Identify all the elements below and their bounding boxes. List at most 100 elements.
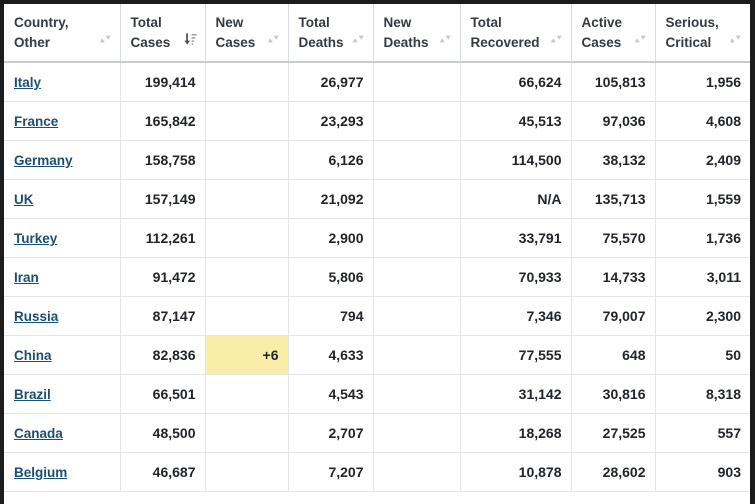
sort-neutral-icon[interactable] (439, 32, 452, 46)
cell-total-cases: 46,687 (120, 452, 206, 492)
cell-active-cases: 75,570 (571, 218, 656, 258)
cell-total-recovered: 114,500 (460, 140, 572, 180)
column-header-new-deaths[interactable]: New Deaths (373, 4, 461, 64)
cell-total-recovered: 66,624 (460, 62, 572, 102)
cell-new-cases (205, 413, 289, 453)
country-link[interactable]: Canada (14, 426, 63, 441)
column-header-active-cases-line2: Cases (581, 34, 622, 50)
column-header-total-deaths[interactable]: Total Deaths (288, 4, 374, 64)
cell-total-deaths: 23,293 (288, 101, 374, 141)
cell-new-deaths (373, 257, 461, 297)
cell-total-cases: 199,414 (120, 62, 206, 102)
column-header-total-recovered-line1: Total (470, 15, 502, 30)
cell-total-recovered: 33,791 (460, 218, 572, 258)
cell-total-cases: 91,472 (120, 257, 206, 297)
sort-amount-desc-icon[interactable] (183, 32, 197, 46)
cell-new-cases (205, 140, 289, 180)
cell-total-deaths: 5,806 (288, 257, 374, 297)
column-header-total-deaths-line2: Deaths (298, 34, 344, 50)
cell-total-deaths: 794 (288, 296, 374, 336)
cell-new-deaths (373, 101, 461, 141)
country-link[interactable]: Germany (14, 153, 73, 168)
table-row: Germany 158,758 6,126 114,500 38,132 2,409 (4, 140, 750, 180)
cell-new-deaths (373, 62, 461, 102)
column-header-active-cases[interactable]: Active Cases (571, 4, 656, 64)
cell-serious-critical: 1,736 (655, 218, 750, 258)
country-link[interactable]: UK (14, 192, 34, 207)
column-header-serious-critical[interactable]: Serious, Critical (655, 4, 750, 64)
cell-new-deaths (373, 335, 461, 375)
country-link[interactable]: Italy (14, 75, 41, 90)
cell-total-recovered: N/A (460, 179, 572, 219)
cell-total-cases: 82,836 (120, 335, 206, 375)
cell-country: France (4, 101, 121, 141)
table-row: Canada 48,500 2,707 18,268 27,525 557 (4, 413, 750, 453)
column-header-total-cases[interactable]: Total Cases (120, 4, 206, 64)
cell-new-deaths (373, 179, 461, 219)
sort-neutral-icon[interactable] (267, 32, 280, 46)
coronavirus-statistics-table: Country, Other Total Cases New Cases Tot… (4, 4, 750, 492)
cell-country: Russia (4, 296, 121, 336)
cell-total-recovered: 77,555 (460, 335, 572, 375)
column-header-total-recovered-line2: Recovered (470, 34, 540, 50)
column-header-total-cases-line1: Total (130, 15, 162, 30)
sort-neutral-icon[interactable] (99, 32, 112, 46)
cell-country: Iran (4, 257, 121, 297)
country-link[interactable]: France (14, 114, 58, 129)
cell-new-deaths (373, 452, 461, 492)
column-header-country[interactable]: Country, Other (4, 4, 121, 64)
cell-new-cases (205, 452, 289, 492)
country-link[interactable]: Brazil (14, 387, 51, 402)
sort-neutral-icon[interactable] (729, 32, 742, 46)
cell-total-cases: 66,501 (120, 374, 206, 414)
cell-serious-critical: 3,011 (655, 257, 750, 297)
sort-neutral-icon[interactable] (352, 32, 365, 46)
cell-total-deaths: 4,543 (288, 374, 374, 414)
cell-new-cases (205, 374, 289, 414)
cell-total-cases: 48,500 (120, 413, 206, 453)
cell-total-deaths: 4,633 (288, 335, 374, 375)
column-header-new-cases-line2: Cases (215, 34, 256, 50)
cell-total-deaths: 21,092 (288, 179, 374, 219)
cell-new-deaths (373, 296, 461, 336)
country-link[interactable]: Russia (14, 309, 58, 324)
cell-country: Belgium (4, 452, 121, 492)
country-link[interactable]: Iran (14, 270, 39, 285)
table-scroll-container[interactable]: Country, Other Total Cases New Cases Tot… (4, 4, 750, 504)
cell-new-cases (205, 296, 289, 336)
cell-active-cases: 30,816 (571, 374, 656, 414)
column-header-new-cases[interactable]: New Cases (205, 4, 289, 64)
cell-serious-critical: 903 (655, 452, 750, 492)
cell-total-cases: 157,149 (120, 179, 206, 219)
cell-active-cases: 27,525 (571, 413, 656, 453)
country-link[interactable]: Turkey (14, 231, 57, 246)
sort-neutral-icon[interactable] (634, 32, 647, 46)
cell-new-cases (205, 218, 289, 258)
cell-total-cases: 87,147 (120, 296, 206, 336)
table-header: Country, Other Total Cases New Cases Tot… (4, 4, 750, 64)
country-link[interactable]: China (14, 348, 52, 363)
cell-total-deaths: 2,707 (288, 413, 374, 453)
table-row: Belgium 46,687 7,207 10,878 28,602 903 (4, 452, 750, 492)
cell-total-recovered: 18,268 (460, 413, 572, 453)
cell-serious-critical: 2,300 (655, 296, 750, 336)
window-frame-right-edge (750, 0, 755, 504)
table-row: Italy 199,414 26,977 66,624 105,813 1,956 (4, 62, 750, 102)
column-header-active-cases-line1: Active (581, 15, 623, 30)
country-link[interactable]: Belgium (14, 465, 67, 480)
cell-country: Italy (4, 62, 121, 102)
column-header-new-cases-line1: New (215, 15, 244, 30)
table-row: France 165,842 23,293 45,513 97,036 4,608 (4, 101, 750, 141)
column-header-country-line2: Other (14, 34, 51, 50)
cell-new-cases (205, 101, 289, 141)
cell-total-recovered: 7,346 (460, 296, 572, 336)
column-header-total-recovered[interactable]: Total Recovered (460, 4, 572, 64)
cell-new-cases (205, 257, 289, 297)
cell-country: UK (4, 179, 121, 219)
sort-neutral-icon[interactable] (550, 32, 563, 46)
cell-new-deaths (373, 413, 461, 453)
cell-new-deaths (373, 374, 461, 414)
cell-active-cases: 28,602 (571, 452, 656, 492)
cell-active-cases: 135,713 (571, 179, 656, 219)
cell-serious-critical: 557 (655, 413, 750, 453)
